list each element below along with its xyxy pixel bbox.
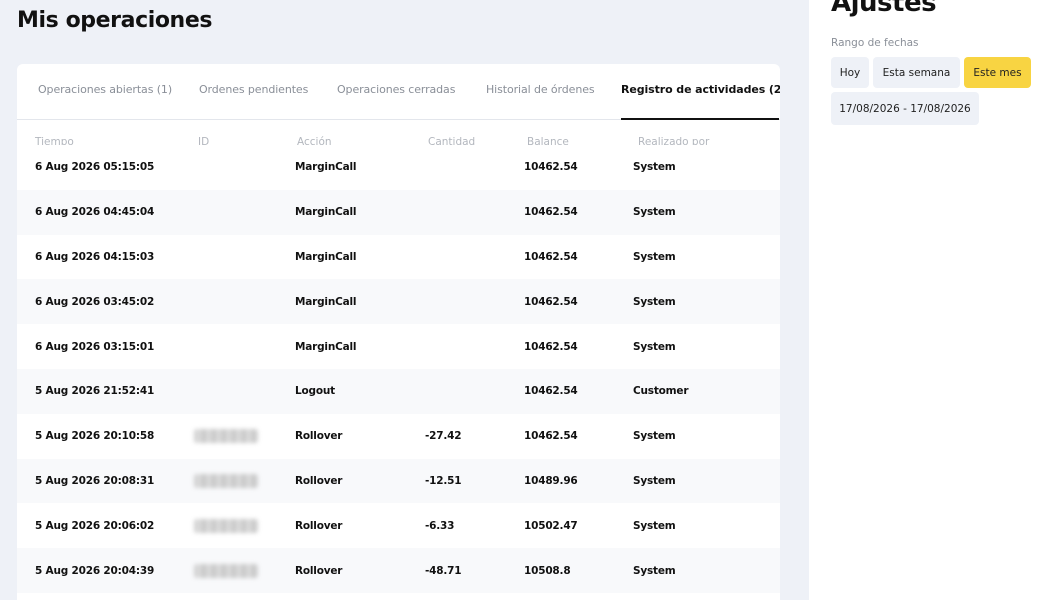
cell-time: 5 Aug 2026 21:52:41 [35, 385, 155, 398]
table-row: 6 Aug 2026 04:45:04 MarginCall 10462.54 Sys… [17, 189, 780, 235]
table-row: 6 Aug 2026 04:15:03 MarginCall 10462.54 Sys… [17, 234, 780, 280]
table-row: 6 Aug 2026 03:15:01 MarginCall 10462.54 Sys… [17, 324, 780, 369]
cell-time: 6 Aug 2026 03:45:02 [35, 295, 155, 308]
cell-performed-by: System [633, 250, 676, 263]
cell-action: Rollover [295, 430, 343, 443]
page-title: Mis operaciones [17, 8, 213, 33]
cell-action: MarginCall [295, 340, 357, 353]
table-row: 5 Aug 2026 20:04:39 Rollover -48.71 10508.8… [17, 548, 780, 593]
cell-action: MarginCall [295, 161, 357, 174]
cell-action: Rollover [295, 519, 343, 532]
cell-amount: -6.33 [425, 519, 455, 532]
cell-balance: 10508.8 [524, 564, 571, 577]
cell-performed-by: System [633, 519, 676, 532]
cell-action: Rollover [295, 564, 343, 577]
active-tab-indicator [621, 118, 779, 120]
table-row: 6 Aug 2026 03:45:02 MarginCall 10462.54 Sys… [17, 279, 780, 325]
date-range-label: Rango de fechas [831, 37, 919, 49]
cell-balance: 10462.54 [524, 206, 578, 219]
cell-balance: 10462.54 [524, 430, 578, 443]
redacted-id [194, 518, 258, 533]
tab-order-history[interactable]: Historial de órdenes [486, 83, 595, 96]
cell-action: MarginCall [295, 250, 357, 263]
cell-time: 5 Aug 2026 20:06:02 [35, 519, 155, 532]
table-row: 5 Aug 2026 20:08:31 Rollover -12.51 10489.9… [17, 458, 780, 504]
this-month-button[interactable]: Este mes [964, 57, 1031, 88]
cell-time: 6 Aug 2026 04:15:03 [35, 250, 155, 263]
cell-time: 6 Aug 2026 04:45:04 [35, 206, 155, 219]
cell-performed-by: System [633, 340, 676, 353]
cell-action: Rollover [295, 474, 343, 487]
cell-balance: 10502.47 [524, 519, 578, 532]
cell-balance: 10462.54 [524, 295, 578, 308]
table-body: 6 Aug 2026 05:15:05 MarginCall 10462.54 Sys… [17, 145, 780, 593]
cell-balance: 10462.54 [524, 250, 578, 263]
cell-time: 5 Aug 2026 20:08:31 [35, 474, 155, 487]
table-row: 5 Aug 2026 20:06:02 Rollover -6.33 10502.47… [17, 503, 780, 549]
cell-balance: 10462.54 [524, 161, 578, 174]
today-button[interactable]: Hoy [831, 57, 869, 88]
cell-performed-by: System [633, 474, 676, 487]
tab-pending-orders[interactable]: Ordenes pendientes [199, 83, 308, 96]
cell-time: 5 Aug 2026 20:04:39 [35, 564, 155, 577]
settings-title: Ajustes [831, 0, 937, 18]
tab-activity-log[interactable]: Registro de actividades (274) [621, 83, 780, 96]
table-row: 6 Aug 2026 05:15:05 MarginCall 10462.54 Sys… [17, 145, 780, 190]
cell-performed-by: System [633, 430, 676, 443]
cell-amount: -48.71 [425, 564, 462, 577]
table-row: 5 Aug 2026 21:52:41 Logout 10462.54 Custome… [17, 368, 780, 414]
cell-performed-by: System [633, 564, 676, 577]
cell-balance: 10489.96 [524, 474, 578, 487]
cell-time: 6 Aug 2026 03:15:01 [35, 340, 155, 353]
redacted-id [194, 473, 258, 488]
table-row: 5 Aug 2026 20:10:58 Rollover -27.42 10462.5… [17, 413, 780, 459]
this-week-button[interactable]: Esta semana [873, 57, 960, 88]
cell-performed-by: System [633, 161, 676, 174]
cell-amount: -27.42 [425, 430, 462, 443]
cell-action: Logout [295, 385, 335, 398]
operations-card: Operaciones abiertas (1) Ordenes pendien… [17, 64, 780, 600]
tab-open-operations[interactable]: Operaciones abiertas (1) [38, 83, 172, 96]
cell-amount: -12.51 [425, 474, 462, 487]
cell-balance: 10462.54 [524, 340, 578, 353]
tab-closed-operations[interactable]: Operaciones cerradas [337, 83, 455, 96]
cell-performed-by: Customer [633, 385, 689, 398]
tab-bar: Operaciones abiertas (1) Ordenes pendien… [17, 64, 780, 120]
cell-action: MarginCall [295, 206, 357, 219]
redacted-id [194, 429, 258, 444]
date-range-picker[interactable]: 17/08/2026 - 17/08/2026 [831, 92, 979, 125]
cell-action: MarginCall [295, 295, 357, 308]
cell-performed-by: System [633, 206, 676, 219]
main-panel: Mis operaciones Operaciones abiertas (1)… [0, 0, 809, 600]
settings-panel: Ajustes Rango de fechas Hoy Esta semana … [809, 0, 1064, 600]
cell-time: 5 Aug 2026 20:10:58 [35, 430, 155, 443]
redacted-id [194, 563, 258, 578]
cell-performed-by: System [633, 295, 676, 308]
cell-time: 6 Aug 2026 05:15:05 [35, 161, 155, 174]
cell-balance: 10462.54 [524, 385, 578, 398]
